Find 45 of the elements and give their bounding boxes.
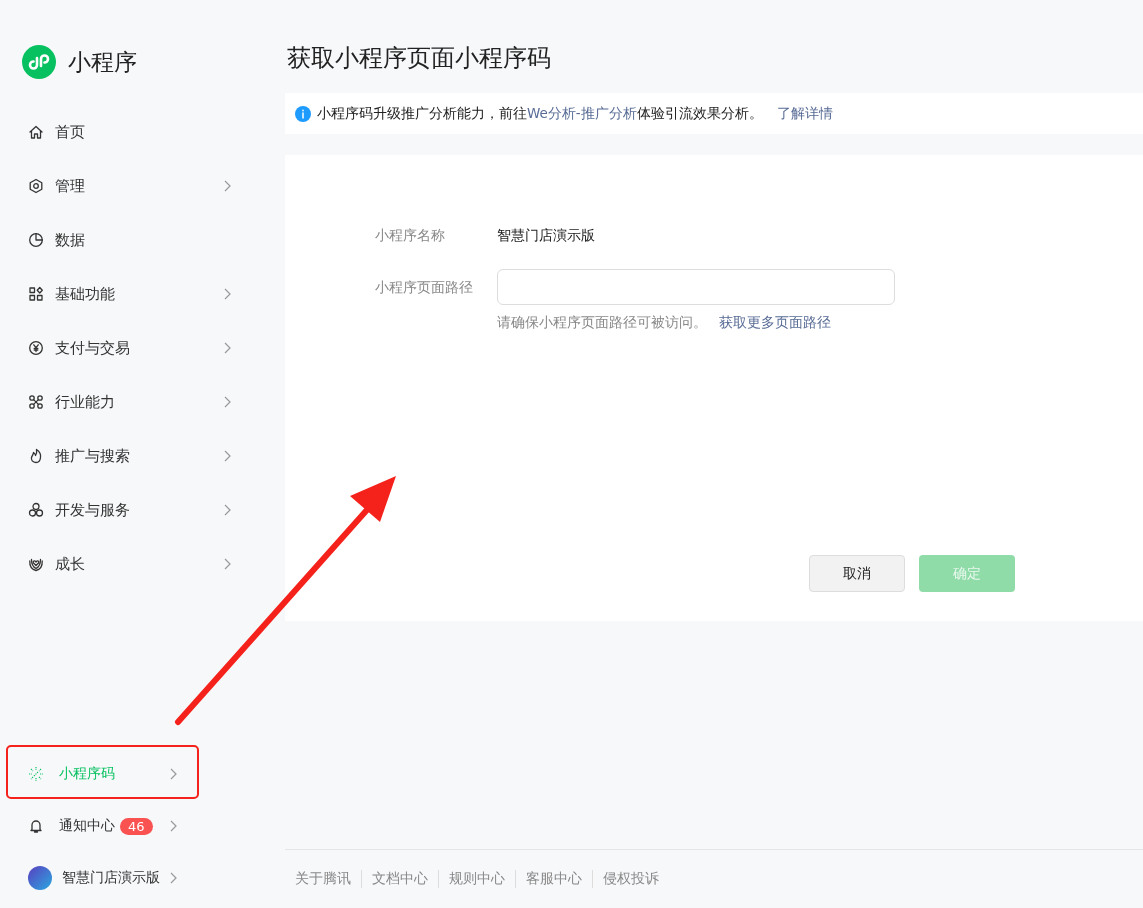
nodes-icon — [28, 394, 44, 410]
footer-link[interactable]: 关于腾讯 — [289, 870, 361, 888]
nav-item[interactable]: 行业能力 — [28, 375, 246, 429]
info-icon — [295, 105, 311, 122]
nav-item[interactable]: 推广与搜索 — [28, 429, 246, 483]
nav-item[interactable]: 通知中心 46 — [28, 800, 192, 852]
nav-item[interactable]: 支付与交易 — [28, 321, 246, 375]
hexagon-icon — [28, 178, 44, 194]
notice-text: 小程序码升级推广分析能力，前往We分析-推广分析体验引流效果分析。 — [317, 104, 763, 123]
nav-item[interactable]: 基础功能 — [28, 267, 246, 321]
nav-label: 通知中心 — [59, 817, 115, 835]
app-logo-icon — [22, 45, 56, 79]
pie-chart-icon — [28, 232, 44, 248]
avatar — [28, 866, 52, 890]
hands-heart-icon — [28, 556, 44, 572]
nav-item[interactable]: 管理 — [28, 159, 246, 213]
three-circles-icon — [28, 502, 44, 518]
form-label: 小程序名称 — [375, 226, 446, 245]
hint-text: 请确保小程序页面路径可被访问。 — [497, 314, 707, 332]
nav-item[interactable]: 智慧门店演示版 — [28, 852, 192, 904]
app-name: 小程序 — [68, 47, 137, 77]
footer-link[interactable]: 规则中心 — [438, 870, 515, 888]
footer-link[interactable]: 侵权投诉 — [592, 870, 669, 888]
nav-item[interactable]: 数据 — [28, 213, 246, 267]
bell-icon — [28, 818, 44, 834]
footer-link[interactable]: 文档中心 — [361, 870, 438, 888]
cancel-button[interactable]: 取消 — [809, 555, 905, 592]
sparkle-icon — [28, 766, 44, 782]
nav-label: 小程序码 — [59, 765, 115, 783]
page-title: 获取小程序页面小程序码 — [287, 43, 552, 74]
grid-icon — [28, 286, 44, 302]
nav-item[interactable]: 首页 — [28, 105, 246, 159]
account-name: 智慧门店演示版 — [62, 869, 160, 887]
form-label: 小程序页面路径 — [375, 278, 474, 297]
path-input-field[interactable] — [497, 269, 895, 305]
yen-coin-icon — [28, 340, 44, 356]
nav-item[interactable]: 开发与服务 — [28, 483, 246, 537]
more-paths-link[interactable]: 获取更多页面路径 — [719, 314, 831, 332]
notice-link[interactable]: We分析-推广分析 — [527, 104, 637, 121]
form-value: 智慧门店演示版 — [497, 226, 596, 245]
nav-item[interactable]: 成长 — [28, 537, 246, 591]
learn-more-link[interactable]: 了解详情 — [776, 104, 833, 123]
flame-icon — [28, 448, 44, 464]
count-badge: 46 — [120, 817, 153, 835]
house-icon — [28, 124, 44, 140]
